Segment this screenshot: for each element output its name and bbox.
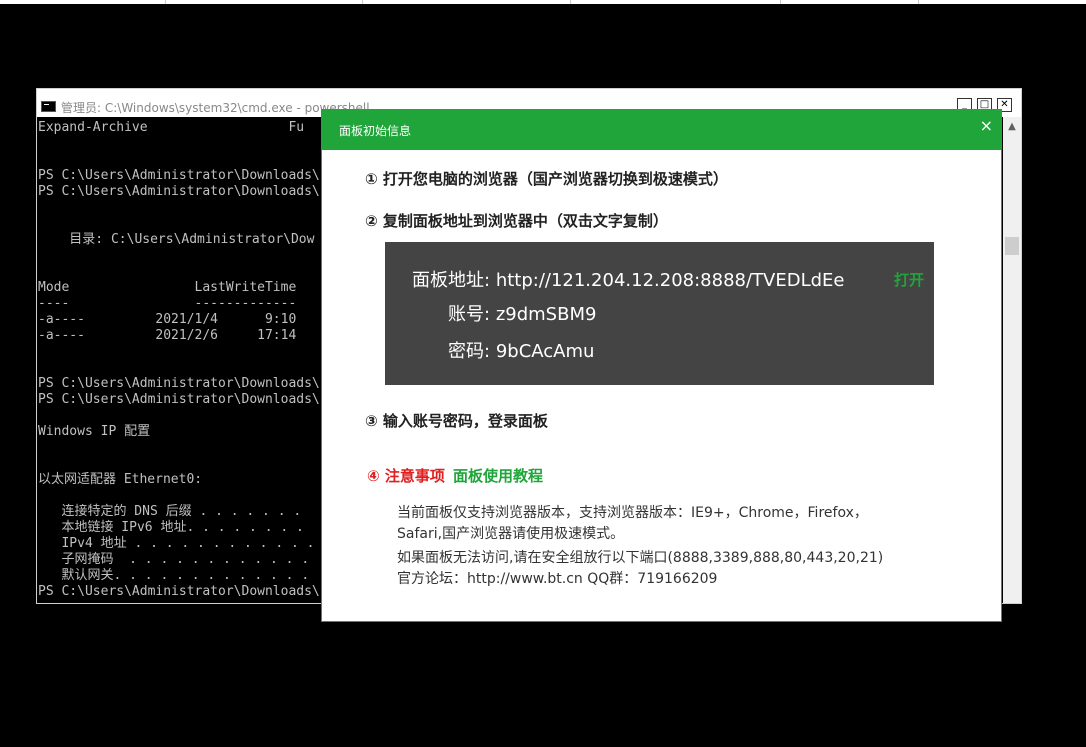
account-row[interactable]: 账号: z9dmSBM9 [448,300,596,326]
console-line: 目录: C:\Users\Administrator\Dow [38,232,315,247]
account-label: 账号: [448,304,491,325]
step-1-text: ① 打开您电脑的浏览器（国产浏览器切换到极速模式） [365,170,728,188]
console-line: 连接特定的 DNS 后缀 . . . . . . . [38,504,302,519]
password-value[interactable]: 9bCAcAmu [496,341,595,362]
forum-note: 官方论坛：http://www.bt.cn QQ群：719166209 [397,571,718,587]
console-line: 默认网关. . . . . . . . . . . . . [38,568,310,583]
password-label: 密码: [448,341,491,362]
browser-support-note: 当前面板仅支持浏览器版本，支持浏览器版本：IE9+，Chrome，Firefox… [397,505,868,521]
console-line: IPv4 地址 . . . . . . . . . . . . [38,536,315,551]
console-line: 以太网适配器 Ethernet0: [38,472,203,487]
notice-heading: ④ 注意事项 面板使用教程 [367,465,543,486]
console-line: PS C:\Users\Administrator\Downloads\ [38,392,320,407]
console-line: PS C:\Users\Administrator\Downloads\ [38,184,320,199]
console-line: Expand-Archive Fu [38,120,305,135]
panel-info-dialog: 面板初始信息 × ① 打开您电脑的浏览器（国产浏览器切换到极速模式） ② 复制面… [321,109,1002,622]
account-value[interactable]: z9dmSBM9 [496,304,597,325]
console-line: Mode LastWriteTime [38,280,297,295]
console-line: ---- ------------- [38,296,297,311]
panel-address-label: 面板地址: [412,270,491,291]
tutorial-link[interactable]: 面板使用教程 [453,467,543,485]
console-line: Windows IP 配置 [38,424,151,439]
panel-address-row[interactable]: 面板地址: http://121.204.12.208:8888/TVEDLdE… [412,266,844,292]
step-2-text: ② 复制面板地址到浏览器中（双击文字复制） [365,212,668,230]
console-line: PS C:\Users\Administrator\Downloads\ [38,168,320,183]
dialog-header: 面板初始信息 × [322,110,1001,150]
console-line: -a---- 2021/1/4 9:10 [38,312,297,327]
cmd-app-icon [41,101,56,112]
console-line: 子网掩码 . . . . . . . . . . . . [38,552,310,567]
cmd-scrollbar[interactable]: ▲ [1003,117,1021,603]
console-line: PS C:\Users\Administrator\Downloads\ [38,584,320,599]
password-row[interactable]: 密码: 9bCAcAmu [448,337,594,363]
open-link[interactable]: 打开 [894,269,924,290]
console-line: 本地链接 IPv6 地址. . . . . . . . [38,520,304,535]
console-line: -a---- 2021/2/6 17:14 [38,328,297,343]
close-icon[interactable]: × [980,116,993,135]
panel-credentials-box: 面板地址: http://121.204.12.208:8888/TVEDLdE… [385,242,934,385]
port-note: 如果面板无法访问,请在安全组放行以下端口(8888,3389,888,80,44… [397,550,884,566]
step-3-text: ③ 输入账号密码，登录面板 [365,412,548,430]
browser-support-note-2: Safari,国产浏览器请使用极速模式。 [397,526,625,542]
console-line: PS C:\Users\Administrator\Downloads\ [38,376,320,391]
panel-address-value[interactable]: http://121.204.12.208:8888/TVEDLdEe [496,270,845,291]
dialog-title: 面板初始信息 [339,124,412,138]
scroll-thumb[interactable] [1005,237,1019,255]
scroll-up-arrow-icon[interactable]: ▲ [1003,119,1021,135]
notice-title: ④ 注意事项 [367,467,445,485]
top-strip [0,0,1086,4]
